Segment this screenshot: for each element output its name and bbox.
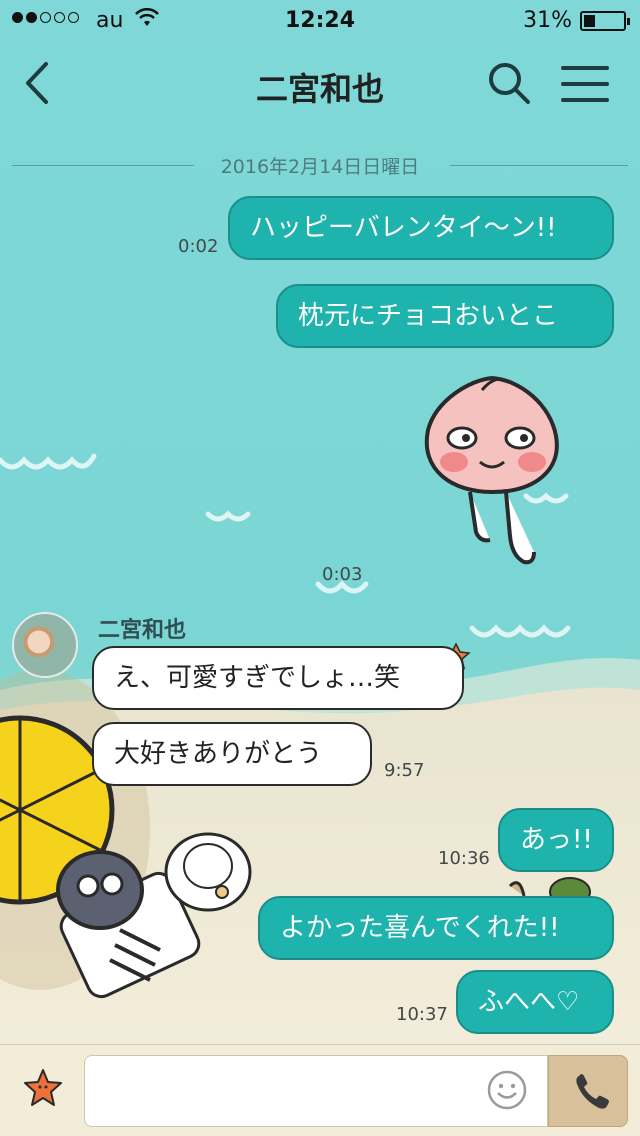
date-divider-text: 2016年2月14日日曜日 <box>220 156 420 178</box>
message-timestamp: 0:02 <box>178 236 219 257</box>
message-input[interactable] <box>84 1055 548 1127</box>
message-timestamp: 9:57 <box>384 760 425 781</box>
my-message-bubble[interactable]: よかった喜んでくれた!! <box>258 896 614 960</box>
message-input-bar <box>0 1044 640 1136</box>
status-bar: au 12:24 31% <box>0 0 640 40</box>
battery-icon <box>580 11 630 31</box>
hamburger-menu-icon[interactable] <box>560 62 610 106</box>
my-message-bubble[interactable]: あっ!! <box>498 808 614 872</box>
phone-icon <box>576 1074 609 1109</box>
avatar[interactable] <box>12 612 78 678</box>
their-message-bubble[interactable]: え、可愛すぎでしょ…笑 <box>92 646 464 710</box>
peach-sticker <box>424 375 559 565</box>
message-timestamp: 0:03 <box>322 564 363 585</box>
starfish-icon[interactable] <box>22 1067 64 1109</box>
my-message-bubble[interactable]: 枕元にチョコおいとこ <box>276 284 614 348</box>
chat-title: 二宮和也 <box>255 70 384 108</box>
battery-percent: 31% <box>523 8 572 33</box>
smiley-icon[interactable] <box>486 1069 528 1111</box>
call-button[interactable] <box>548 1055 628 1127</box>
message-timestamp: 10:37 <box>396 1004 448 1025</box>
date-divider: 2016年2月14日日曜日 <box>12 152 628 178</box>
my-message-bubble[interactable]: ハッピーバレンタイ〜ン!! <box>228 196 614 260</box>
my-message-bubble[interactable]: ふへへ♡ <box>456 970 614 1034</box>
message-timestamp: 10:36 <box>438 848 490 869</box>
their-message-bubble[interactable]: 大好きありがとう <box>92 722 372 786</box>
search-icon[interactable] <box>486 60 532 106</box>
chat-header: 二宮和也 <box>0 40 640 128</box>
sender-name: 二宮和也 <box>98 618 187 643</box>
sun-hat-illustration <box>164 832 252 912</box>
